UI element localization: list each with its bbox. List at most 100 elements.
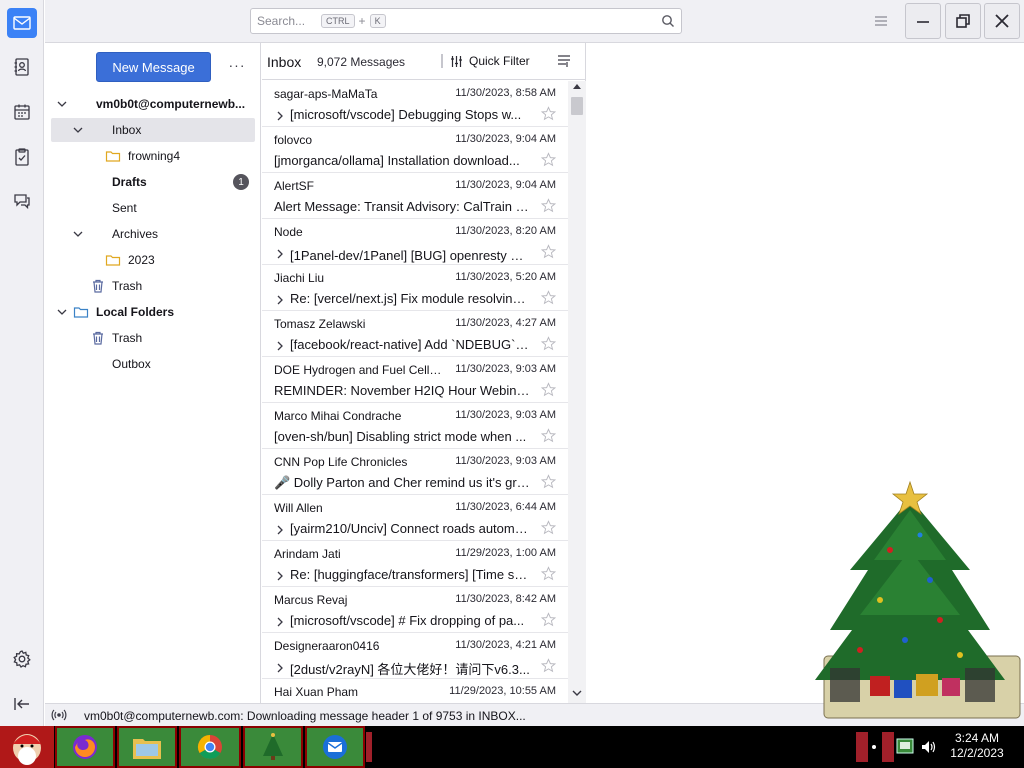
message-row[interactable]: DOE Hydrogen and Fuel Cell T... 11/30/202… [262,357,568,403]
message-row[interactable]: Tomasz Zelawski 11/30/2023, 4:27 AM [faceb… [262,311,568,357]
volume-icon[interactable] [920,738,938,756]
star-icon[interactable] [541,428,556,443]
message-row[interactable]: Hai Xuan Pham 11/29/2023, 10:55 AM [262,679,568,703]
taskbar: 3:24 AM 12/2/2023 [0,726,1024,768]
message-row[interactable]: Marcus Revaj 11/30/2023, 8:42 AM [microsof… [262,587,568,633]
star-icon[interactable] [541,474,556,489]
folder-label: Trash [112,331,143,345]
message-date: 11/30/2023, 5:20 AM [455,271,556,283]
star-icon[interactable] [541,106,556,121]
message-sender: Marco Mihai Condrache [274,409,402,423]
message-row[interactable]: folovco 11/30/2023, 9:04 AM [jmorganca/oll… [262,127,568,173]
address-book-icon[interactable] [7,52,37,82]
message-row[interactable]: Designeraaron0416 11/30/2023, 4:21 AM [2du… [262,633,568,679]
taskbar-firefox[interactable] [55,726,115,768]
local-folder-trash[interactable]: Trash [51,326,255,350]
message-date: 11/30/2023, 8:42 AM [455,593,556,605]
star-icon[interactable] [541,244,556,259]
quick-filter-button[interactable]: Quick Filter [450,54,530,68]
thread-expand-icon[interactable] [275,525,285,535]
taskbar-christmas-tree[interactable] [243,726,303,768]
message-date: 11/30/2023, 9:04 AM [455,133,556,145]
new-message-button[interactable]: New Message [96,52,211,82]
thread-expand-icon[interactable] [275,111,285,121]
message-subject: Re: [huggingface/transformers] [Time se.… [290,567,532,582]
divider [441,54,443,68]
display-options-icon[interactable] [556,53,572,69]
message-sender: Hai Xuan Pham [274,685,359,699]
gear-icon[interactable] [12,649,32,669]
thread-expand-icon[interactable] [275,341,285,351]
message-row[interactable]: Arindam Jati 11/29/2023, 1:00 AM Re: [hugg… [262,541,568,587]
search-input[interactable]: Search... CTRL + K [250,8,682,34]
minimize-button[interactable] [905,3,941,39]
star-icon[interactable] [541,658,556,673]
star-icon[interactable] [541,382,556,397]
message-row[interactable]: Marco Mihai Condrache 11/30/2023, 9:03 AM… [262,403,568,449]
folder-trash[interactable]: Trash [51,274,255,298]
start-button[interactable] [0,726,54,768]
message-count: 9,072 Messages [317,55,406,69]
clock-date: 12/2/2023 [950,746,1004,760]
folder-label: Inbox [112,123,142,137]
scrollbar[interactable] [568,81,586,703]
system-clock[interactable]: 3:24 AM 12/2/2023 [944,731,1010,761]
quick-filter-label: Quick Filter [469,54,530,68]
star-icon[interactable] [541,566,556,581]
folder-sent[interactable]: Sent [51,196,255,220]
message-subject: [microsoft/vscode] # Fix dropping of pa.… [290,613,525,628]
message-row[interactable]: Jiachi Liu 11/30/2023, 5:20 AM Re: [vercel… [262,265,568,311]
message-row[interactable]: CNN Pop Life Chronicles 11/30/2023, 9:03 … [262,449,568,495]
star-icon[interactable] [541,336,556,351]
scroll-thumb[interactable] [571,97,583,115]
thread-expand-icon[interactable] [275,249,285,259]
star-icon[interactable] [541,520,556,535]
network-icon[interactable] [895,736,915,758]
thread-expand-icon[interactable] [275,571,285,581]
scroll-down-icon[interactable] [572,689,582,697]
thread-expand-icon[interactable] [275,663,285,673]
message-subject: [2dust/v2rayN] 各位大佬好！请问下v6.3... [290,662,530,677]
message-row[interactable]: sagar-aps-MaMaTa 11/30/2023, 8:58 AM [micr… [262,81,568,127]
restore-button[interactable] [945,3,981,39]
mail-icon[interactable] [7,8,37,38]
message-row[interactable]: Will Allen 11/30/2023, 6:44 AM [yairm210/U… [262,495,568,541]
taskbar-thunderbird[interactable] [305,726,365,768]
message-list-header: Inbox 9,072 Messages Quick Filter [262,43,586,80]
message-date: 11/29/2023, 10:55 AM [449,685,556,697]
thread-expand-icon[interactable] [275,295,285,305]
thread-expand-icon[interactable] [275,617,285,627]
account-row[interactable]: vm0b0t@computernewb... [51,92,255,116]
collapse-icon[interactable] [12,694,32,714]
star-icon[interactable] [541,152,556,167]
star-icon[interactable] [541,612,556,627]
santa-icon [13,734,41,765]
folder-frowning4[interactable]: frowning4 [51,144,255,168]
taskbar-chrome[interactable] [179,726,241,768]
message-sender: Node [274,225,303,239]
star-icon[interactable] [541,290,556,305]
scroll-up-icon[interactable] [572,83,582,91]
tasks-icon[interactable] [7,142,37,172]
calendar-icon[interactable] [7,97,37,127]
folder-drafts[interactable]: Drafts 1 [51,170,255,194]
message-row[interactable]: Node 11/30/2023, 8:20 AM [1Panel-dev/1Pane… [262,219,568,265]
hamburger-menu-icon[interactable] [871,12,891,30]
more-options-button[interactable]: ··· [227,57,247,77]
folder-label: frowning4 [128,149,181,163]
folder-2023[interactable]: 2023 [51,248,255,272]
folder-title: Inbox [267,54,302,70]
taskbar-file-explorer[interactable] [117,726,177,768]
folder-archives[interactable]: Archives [51,222,255,246]
clock-time: 3:24 AM [954,731,1000,745]
star-icon[interactable] [541,198,556,213]
message-row[interactable]: AlertSF 11/30/2023, 9:04 AM Alert Message:… [262,173,568,219]
folder-inbox[interactable]: Inbox [51,118,255,142]
message-date: 11/30/2023, 8:58 AM [455,87,556,99]
local-folder-outbox[interactable]: Outbox [51,352,255,376]
message-sender: sagar-aps-MaMaTa [274,87,378,101]
chat-icon[interactable] [7,186,37,216]
local-folders-row[interactable]: Local Folders [51,300,255,324]
trash-icon [93,331,103,345]
close-button[interactable] [984,3,1020,39]
